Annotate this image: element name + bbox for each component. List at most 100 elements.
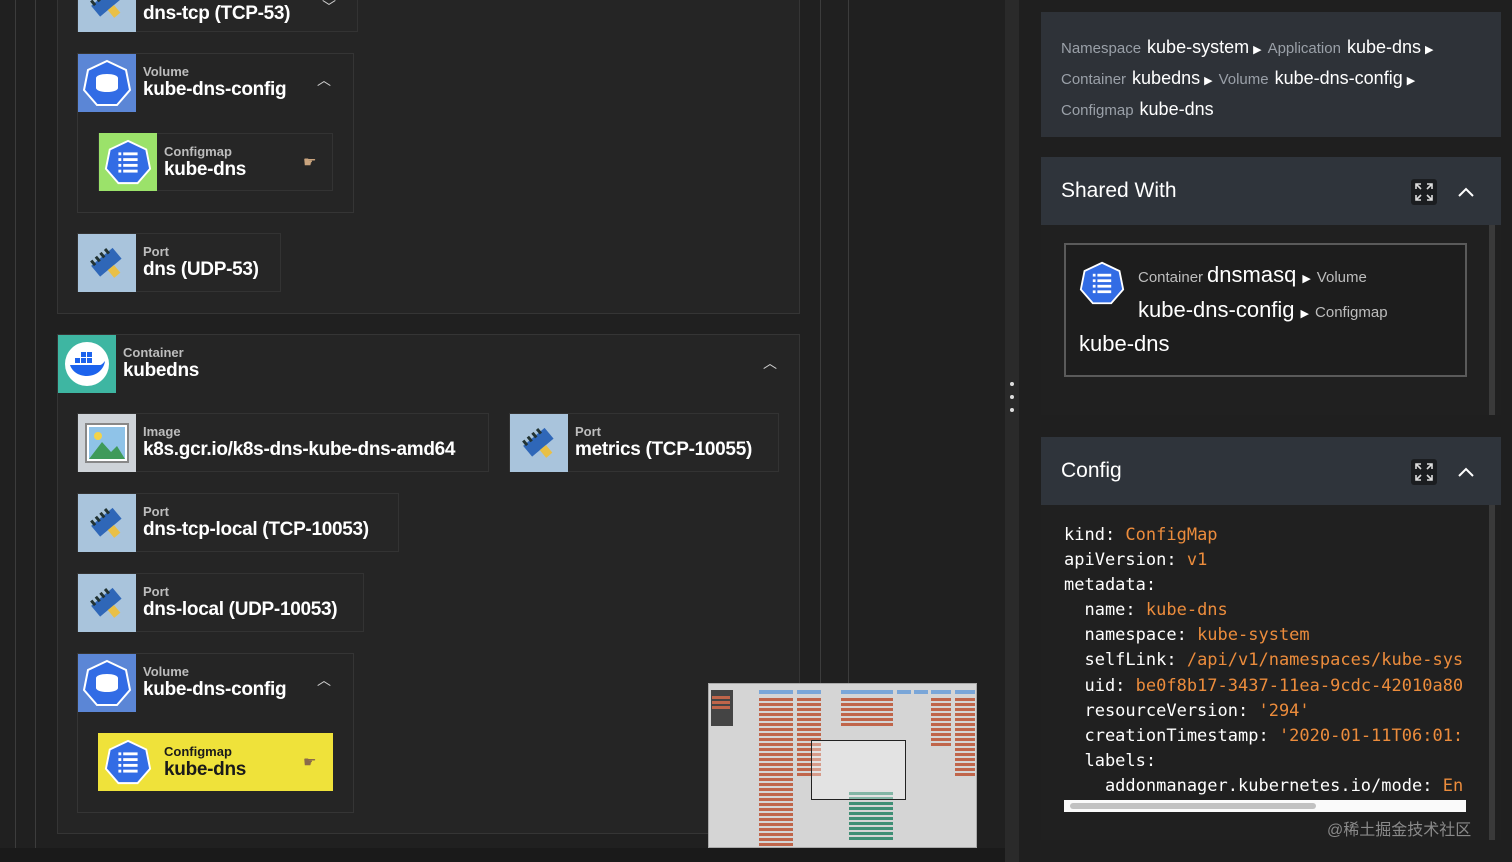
- volume-icon: [78, 53, 136, 112]
- yaml-line: namespace: kube-system: [1064, 623, 1466, 648]
- yaml-value: ConfigMap: [1125, 525, 1218, 545]
- minimap-bar: [931, 738, 951, 741]
- node-type: Port: [575, 424, 601, 439]
- scrollbar[interactable]: [1489, 225, 1495, 415]
- node-type: Volume: [143, 64, 189, 79]
- breadcrumb-key: Configmap: [1061, 102, 1134, 119]
- expand-button[interactable]: [1411, 179, 1437, 205]
- graph-canvas[interactable]: dns-tcp (TCP-53) ﹀ Volume kube-dns-confi…: [0, 0, 1005, 862]
- minimap-bar: [759, 698, 793, 701]
- minimap-bar: [759, 838, 793, 841]
- minimap-bar: [955, 773, 975, 776]
- minimap-bar: [759, 753, 793, 756]
- breadcrumb-key: Container: [1061, 71, 1127, 88]
- chevron-up-icon[interactable]: ︿: [317, 70, 331, 90]
- node-name: kube-dns: [164, 158, 247, 180]
- collapse-button[interactable]: [1453, 179, 1479, 205]
- minimap-bar: [955, 723, 975, 726]
- yaml-key: creationTimestamp:: [1064, 725, 1279, 746]
- chevron-up-icon[interactable]: ︿: [763, 353, 777, 373]
- scrollbar[interactable]: [1489, 505, 1495, 840]
- minimap-bar: [841, 713, 893, 716]
- expand-button[interactable]: [1411, 459, 1437, 485]
- horizontal-scrollbar[interactable]: [1064, 800, 1466, 812]
- scrollbar-thumb[interactable]: [1070, 803, 1316, 809]
- node-volume-2[interactable]: Volume kube-dns-config ︿: [77, 653, 354, 712]
- breadcrumb-value[interactable]: kubedns: [1132, 68, 1200, 88]
- drag-handle-icon: [1010, 395, 1014, 399]
- yaml-value: v1: [1186, 550, 1208, 571]
- minimap-bar: [955, 768, 975, 771]
- yaml-value: '294': [1258, 700, 1310, 721]
- minimap-bar: [849, 817, 893, 820]
- image-icon: [78, 413, 136, 472]
- panel-body: Container dnsmasq ▶ Volume kube-dns-config ▶…: [1041, 225, 1501, 415]
- breadcrumb-value[interactable]: kube-dns: [1140, 99, 1214, 119]
- minimap-bar: [849, 827, 893, 830]
- node-container-kubedns[interactable]: Container kubedns ︿: [57, 334, 800, 393]
- yaml-key: addonmanager.kubernetes.io/mode:: [1064, 775, 1443, 796]
- node-port-dns-tcp-local[interactable]: Port dns-tcp-local (TCP-10053): [77, 493, 399, 552]
- minimap-bar: [759, 743, 793, 746]
- breadcrumb-value[interactable]: kube-dns-config: [1275, 68, 1403, 88]
- breadcrumb-value[interactable]: kube-system: [1147, 37, 1249, 57]
- minimap[interactable]: [708, 683, 977, 848]
- minimap-bar: [931, 733, 951, 736]
- minimap-bar: [849, 822, 893, 825]
- key-label: Volume: [1316, 269, 1367, 286]
- yaml-key: metadata:: [1064, 575, 1157, 596]
- node-image[interactable]: Image k8s.gcr.io/k8s-dns-kube-dns-amd64: [77, 413, 489, 472]
- minimap-bar: [955, 758, 975, 761]
- minimap-bar: [955, 763, 975, 766]
- arrow-right-icon: ▶: [1300, 308, 1310, 320]
- arrow-right-icon: ▶: [1302, 273, 1311, 285]
- minimap-bar: [759, 818, 793, 821]
- config-yaml[interactable]: kind: ConfigMap apiVersion: v1 metadata: n…: [1064, 523, 1466, 808]
- minimap-bar: [955, 753, 975, 756]
- value-label: dnsmasq: [1207, 262, 1297, 287]
- collapse-button[interactable]: [1453, 459, 1479, 485]
- yaml-line: creationTimestamp: '2020-01-11T06:01:: [1064, 724, 1466, 749]
- minimap-bar: [759, 828, 793, 831]
- chevron-down-icon[interactable]: ﹀: [322, 0, 336, 17]
- expand-icon: [1415, 463, 1433, 481]
- node-port-metrics[interactable]: Port metrics (TCP-10055): [509, 413, 779, 472]
- tree-guide-line: [15, 0, 16, 848]
- yaml-line: apiVersion: v1: [1064, 548, 1466, 573]
- minimap-bar: [759, 788, 793, 791]
- yaml-value: kube-system: [1197, 625, 1310, 646]
- node-name: dns-tcp-local (TCP-10053): [143, 519, 369, 540]
- minimap-bar: [931, 708, 951, 711]
- breadcrumb-value[interactable]: kube-dns: [1347, 37, 1421, 57]
- minimap-bar: [759, 723, 793, 726]
- panel-header: Shared With: [1041, 157, 1501, 225]
- node-port-dns-local[interactable]: Port dns-local (UDP-10053): [77, 573, 364, 632]
- node-configmap-2-selected[interactable]: Configmap kube-dns ☛: [98, 733, 333, 791]
- minimap-bar: [759, 768, 793, 771]
- key-label: Container: [1138, 269, 1204, 286]
- minimap-bar: [759, 813, 793, 816]
- chevron-up-icon[interactable]: ︿: [317, 670, 331, 690]
- node-name: k8s.gcr.io/k8s-dns-kube-dns-amd64: [143, 439, 456, 460]
- breadcrumb-key: Volume: [1218, 71, 1269, 88]
- minimap-bar: [759, 728, 793, 731]
- minimap-bar: [931, 703, 951, 706]
- panel-title: Config: [1061, 459, 1122, 482]
- node-name: dns-tcp (TCP-53): [143, 3, 291, 24]
- node-name: dns-local (UDP-10053): [143, 599, 338, 620]
- minimap-bar: [712, 696, 730, 699]
- node-port-dns[interactable]: Port dns (UDP-53): [77, 233, 281, 292]
- node-type: Image: [143, 424, 181, 439]
- node-volume-1[interactable]: Volume kube-dns-config ︿: [77, 53, 354, 112]
- value-label: kube-dns: [1079, 331, 1170, 356]
- config-panel: Config kind: ConfigMap apiVersion: v1 meta…: [1041, 437, 1501, 840]
- node-configmap-1[interactable]: Configmap kube-dns ☛: [98, 133, 333, 191]
- shared-item-card[interactable]: Container dnsmasq ▶ Volume kube-dns-config ▶…: [1064, 243, 1467, 377]
- minimap-bar: [931, 713, 951, 716]
- minimap-bar: [849, 802, 893, 805]
- node-port-dns-tcp[interactable]: dns-tcp (TCP-53) ﹀: [77, 0, 358, 32]
- minimap-viewport[interactable]: [811, 740, 906, 800]
- minimap-bar: [955, 748, 975, 751]
- arrow-right-icon: ▶: [1253, 44, 1262, 56]
- pane-splitter[interactable]: [1005, 0, 1019, 862]
